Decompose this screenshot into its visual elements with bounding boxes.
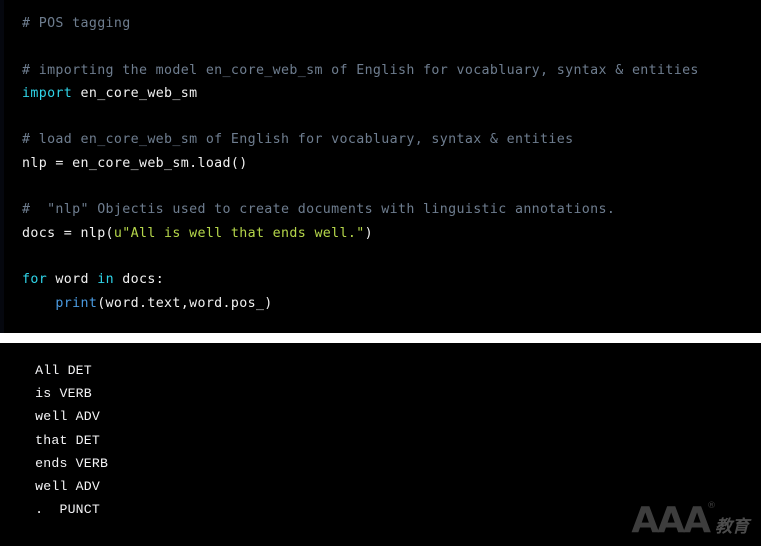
console-output-line: ends VERB <box>27 455 109 471</box>
code-line[interactable]: docs = nlp(u"All is well that ends well.… <box>22 222 757 245</box>
registered-trademark-icon: ® <box>707 501 716 511</box>
code-token-plain: docs = nlp( <box>22 225 114 241</box>
code-token-plain: word <box>47 272 98 288</box>
code-line[interactable]: # POS tagging <box>22 12 757 35</box>
console-output-line: well ADV <box>27 478 101 494</box>
watermark-brand-label: AAA <box>631 500 711 541</box>
code-token-str: u"All is well that ends well." <box>113 225 365 241</box>
console-line-list: All DET is VERB well ADV that DET ends V… <box>27 359 108 521</box>
aaa-education-watermark: AAA ® 教育 <box>631 502 749 539</box>
code-line[interactable]: import en_core_web_sm <box>22 82 757 105</box>
code-token-plain: nlp = en_core_web_sm.load() <box>22 155 248 171</box>
code-token-plain: en_core_web_sm <box>72 85 198 101</box>
code-line-blank[interactable] <box>22 105 757 128</box>
code-line-blank[interactable] <box>22 35 757 58</box>
code-line-blank[interactable] <box>22 175 757 198</box>
code-token-comment: # importing the model en_core_web_sm of … <box>22 62 699 78</box>
screenshot-root: # POS tagging # importing the model en_c… <box>0 0 761 546</box>
code-token-plain: (word.text,word.pos_) <box>97 295 273 311</box>
code-token-kw: import <box>22 85 73 101</box>
output-console-panel[interactable]: All DET is VERB well ADV that DET ends V… <box>0 343 761 546</box>
code-line[interactable]: for word in docs: <box>22 268 757 291</box>
console-output-line: that DET <box>27 432 101 448</box>
code-token-plain: ) <box>364 225 373 241</box>
code-line[interactable]: # load en_core_web_sm of English for voc… <box>22 128 757 151</box>
watermark-subtitle: 教育 <box>715 517 749 537</box>
console-output-line: well ADV <box>27 409 101 425</box>
code-line-blank[interactable] <box>22 245 757 268</box>
code-token-kw: for <box>22 272 48 288</box>
code-token-comment: # POS tagging <box>22 16 131 31</box>
console-output-line: All DET <box>27 363 92 378</box>
code-line[interactable]: # "nlp" Objectis used to create document… <box>22 198 757 221</box>
console-output-line: . PUNCT <box>27 502 101 518</box>
code-token-comment: # "nlp" Objectis used to create document… <box>22 202 616 218</box>
code-editor-panel[interactable]: # POS tagging # importing the model en_c… <box>0 0 761 333</box>
code-line[interactable]: nlp = en_core_web_sm.load() <box>22 152 757 175</box>
code-line-list[interactable]: # POS tagging # importing the model en_c… <box>22 12 757 315</box>
console-output-line: is VERB <box>27 386 92 402</box>
code-line[interactable]: print(word.text,word.pos_) <box>22 292 757 315</box>
code-token-plain: docs: <box>113 272 165 288</box>
code-line[interactable]: # importing the model en_core_web_sm of … <box>22 59 757 82</box>
editor-left-gutter <box>0 0 4 333</box>
code-token-fn: print <box>55 295 98 311</box>
watermark-brand-text: AAA ® <box>631 502 716 539</box>
code-token-kw: in <box>97 272 114 288</box>
code-token-comment: # load en_core_web_sm of English for voc… <box>22 132 574 148</box>
